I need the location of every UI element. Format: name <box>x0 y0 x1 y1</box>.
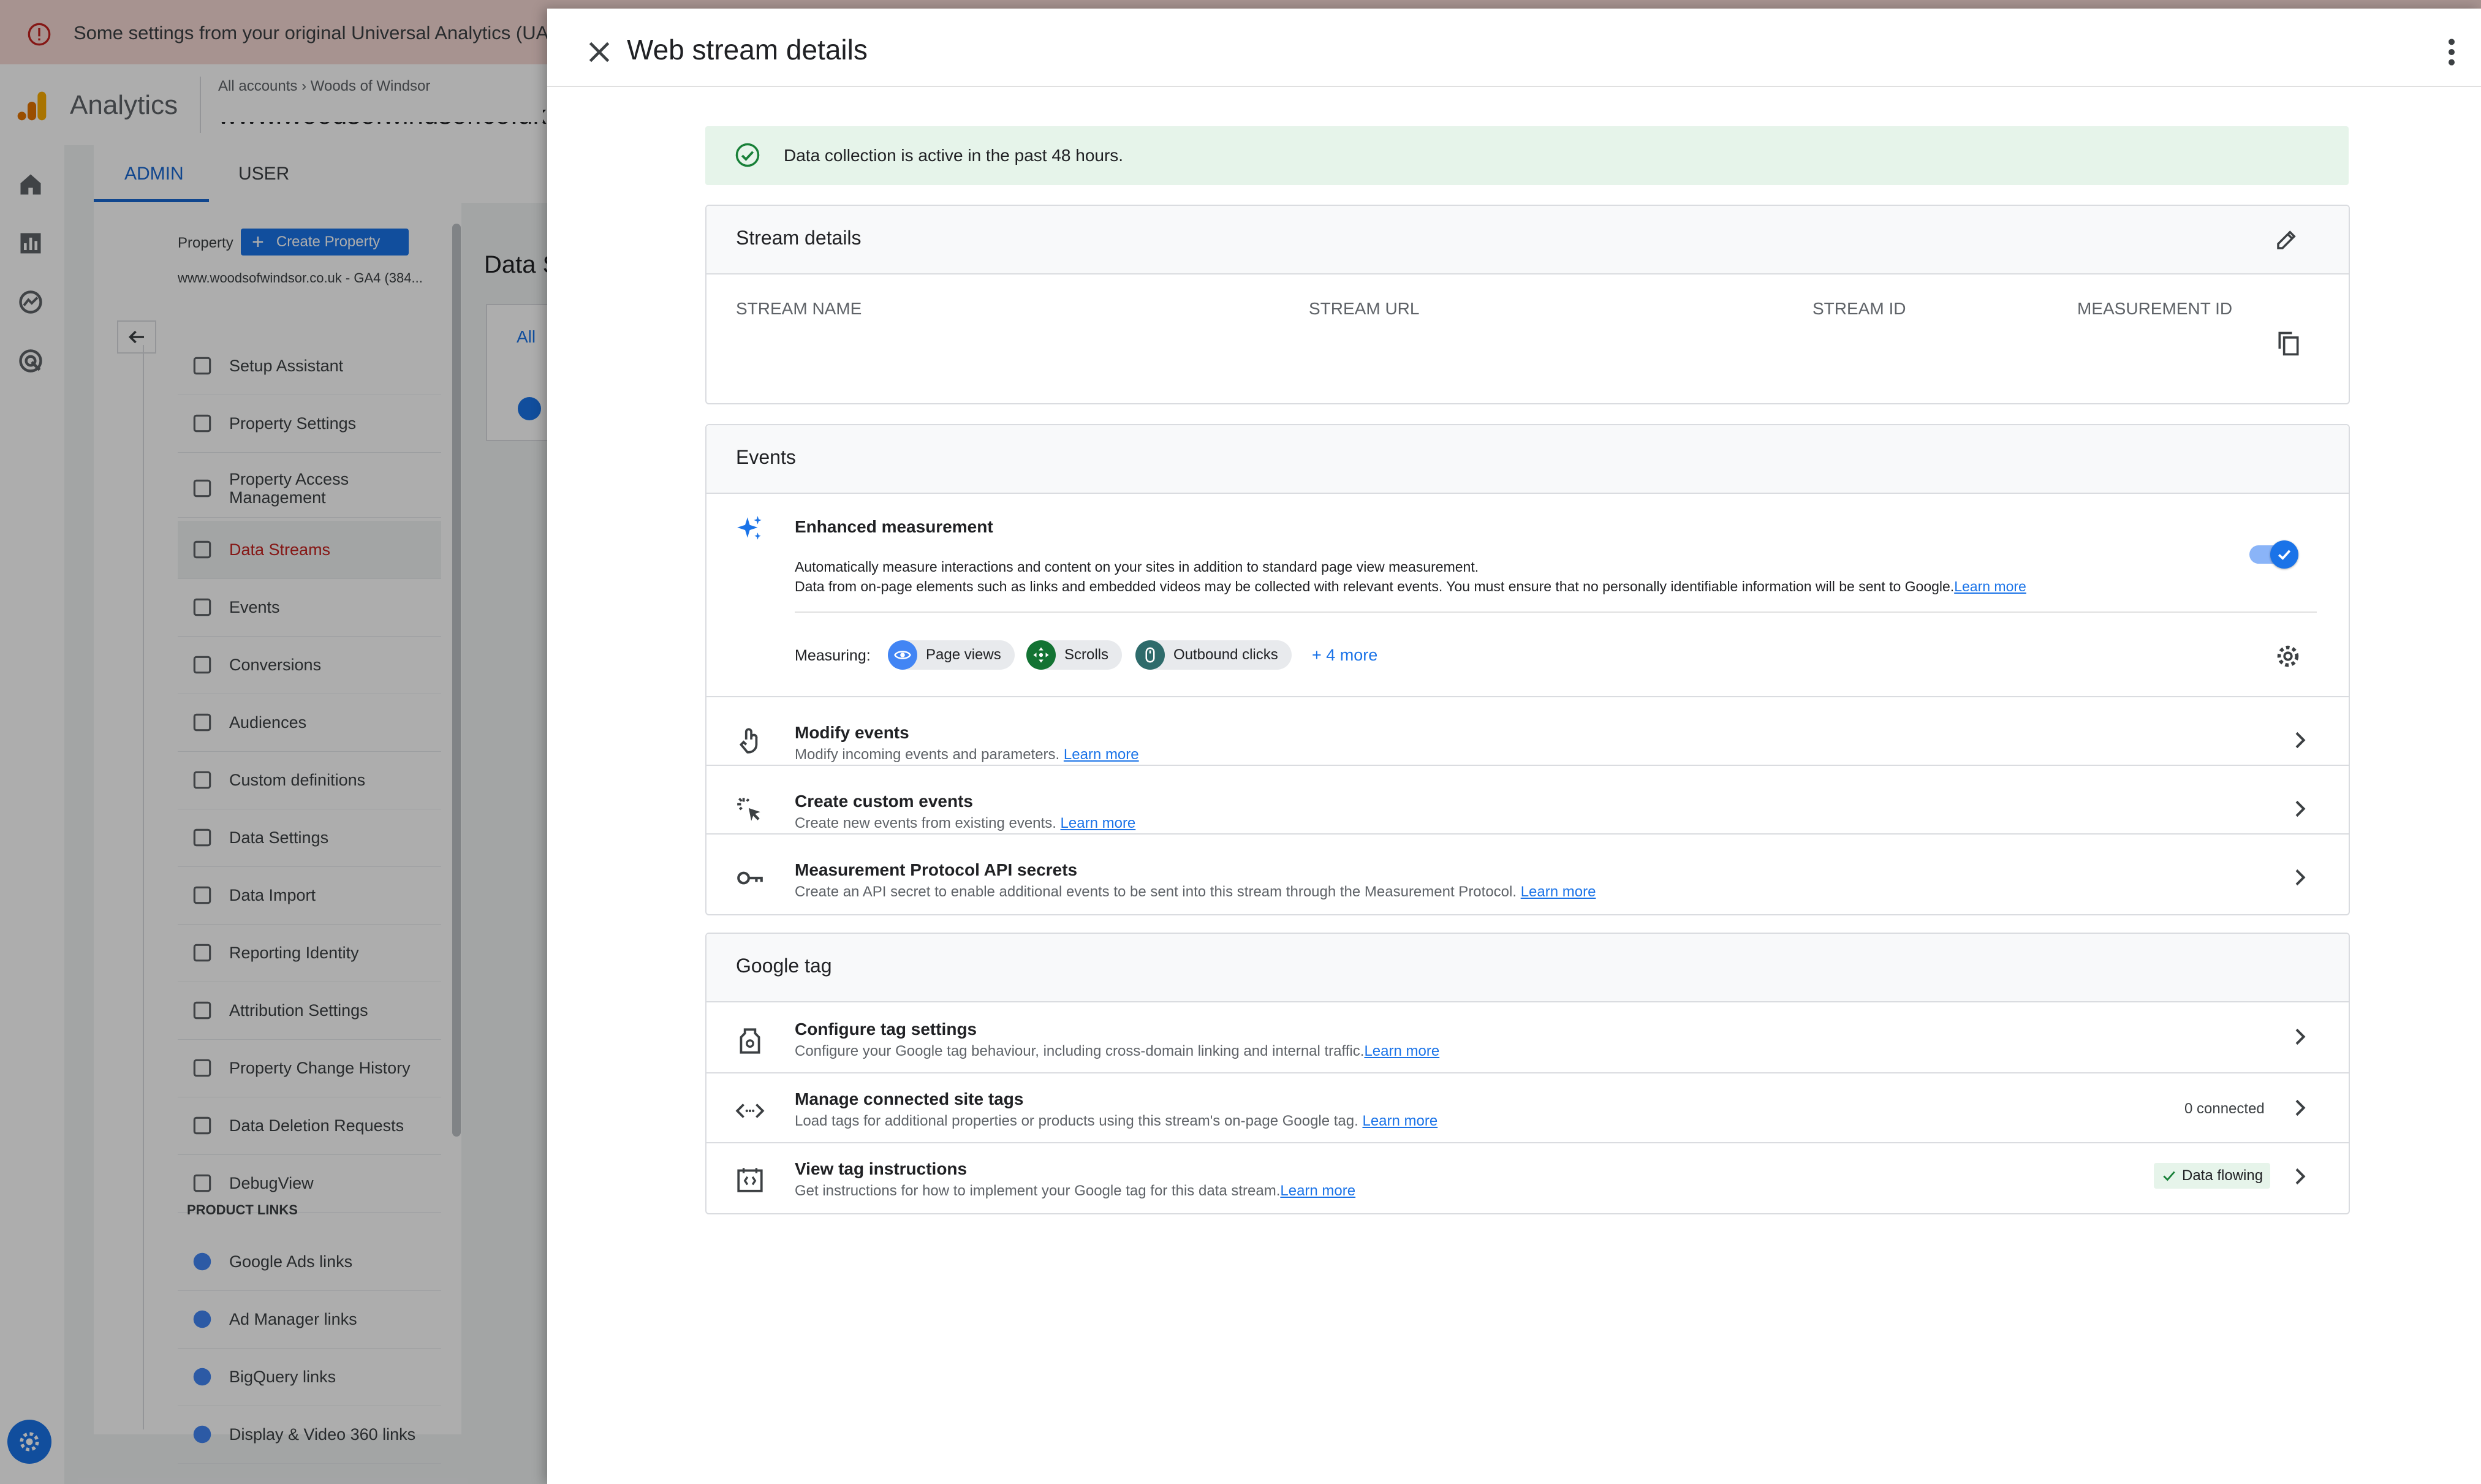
data-flowing-badge: Data flowing <box>2154 1163 2271 1189</box>
column-stream-id: STREAM ID <box>1812 299 1906 318</box>
manage-site-tags-desc: Load tags for additional properties or p… <box>795 1113 1437 1130</box>
tag-divider-2 <box>706 1142 2349 1143</box>
stream-details-card: Stream details STREAM NAME STREAM URL ST… <box>705 205 2350 404</box>
google-tag-header: Google tag <box>706 934 2349 1002</box>
enhanced-desc-2-text: Data from on-page elements such as links… <box>795 578 1955 594</box>
data-flowing-label: Data flowing <box>2182 1167 2263 1184</box>
chip-scrolls: Scrolls <box>1026 640 1123 670</box>
chip-page-views: Page views <box>888 640 1015 670</box>
events-header: Events <box>706 425 2349 494</box>
chip-scrolls-label: Scrolls <box>1064 646 1109 663</box>
check-icon <box>2163 1171 2175 1181</box>
edit-icon[interactable] <box>2274 227 2300 252</box>
drawer-title: Web stream details <box>627 34 868 66</box>
chip-outbound-clicks-label: Outbound clicks <box>1173 646 1278 663</box>
chevron-right-icon[interactable] <box>2287 1024 2312 1049</box>
create-custom-events-learn-more[interactable]: Learn more <box>1061 815 1136 831</box>
mp-api-secrets-desc: Create an API secret to enable additiona… <box>795 884 1596 901</box>
tag-settings-icon <box>740 1028 760 1054</box>
sparkle-icon <box>737 516 762 540</box>
mp-api-secrets-title: Measurement Protocol API secrets <box>795 860 1078 879</box>
column-measurement-id: MEASUREMENT ID <box>2077 299 2233 318</box>
check-icon <box>2278 550 2291 560</box>
configure-tag-learn-more[interactable]: Learn more <box>1364 1043 1439 1059</box>
enhanced-desc-2: Data from on-page elements such as links… <box>795 578 2026 595</box>
chip-page-views-label: Page views <box>926 646 1001 663</box>
tag-instructions-icon <box>737 1168 763 1192</box>
manage-site-tags-title: Manage connected site tags <box>795 1089 1024 1108</box>
configure-tag-desc-text: Configure your Google tag behaviour, inc… <box>795 1043 1365 1059</box>
enhanced-measurement-title: Enhanced measurement <box>795 517 993 536</box>
chevron-right-icon[interactable] <box>2287 797 2312 821</box>
create-custom-events-desc: Create new events from existing events. … <box>795 815 1135 832</box>
google-tag-title: Google tag <box>736 955 832 977</box>
check-circle-icon <box>735 143 760 167</box>
settings-gear-icon[interactable] <box>2274 642 2302 670</box>
eye-icon <box>888 640 917 670</box>
status-message: Data collection is active in the past 48… <box>705 126 2349 185</box>
modify-events-desc-text: Modify incoming events and parameters. <box>795 746 1060 763</box>
manage-site-tags-learn-more[interactable]: Learn more <box>1362 1113 1437 1129</box>
tag-divider-1 <box>706 1072 2349 1073</box>
connected-count-badge: 0 connected <box>2184 1100 2265 1117</box>
stream-details-header: Stream details <box>706 206 2349 274</box>
column-stream-name: STREAM NAME <box>736 299 862 318</box>
view-tag-instructions-title: View tag instructions <box>795 1159 968 1178</box>
chip-outbound-clicks: Outbound clicks <box>1135 640 1292 670</box>
view-tag-instructions-learn-more[interactable]: Learn more <box>1280 1183 1355 1199</box>
chevron-right-icon[interactable] <box>2287 1164 2312 1189</box>
more-vert-icon[interactable] <box>2444 37 2459 67</box>
create-custom-events-desc-text: Create new events from existing events. <box>795 815 1056 831</box>
mp-api-secrets-learn-more[interactable]: Learn more <box>1521 884 1596 900</box>
close-icon[interactable] <box>584 37 615 67</box>
enhanced-measurement-toggle[interactable] <box>2249 540 2298 569</box>
google-tag-card: Google tag Configure tag settings Config… <box>705 933 2350 1214</box>
events-divider-3 <box>706 833 2349 835</box>
more-measurements-link[interactable]: + 4 more <box>1312 646 1377 665</box>
events-divider-1 <box>706 696 2349 697</box>
scroll-icon <box>1026 640 1056 670</box>
configure-tag-desc: Configure your Google tag behaviour, inc… <box>795 1043 1439 1060</box>
cursor-click-icon <box>737 797 760 821</box>
enhanced-divider <box>795 611 2317 613</box>
view-tag-instructions-desc: Get instructions for how to implement yo… <box>795 1183 1355 1200</box>
measuring-label: Measuring: <box>795 647 871 664</box>
column-stream-url: STREAM URL <box>1309 299 1420 318</box>
toggle-knob <box>2270 540 2298 569</box>
status-text: Data collection is active in the past 48… <box>784 146 1124 165</box>
chevron-right-icon[interactable] <box>2287 728 2312 752</box>
modify-events-learn-more[interactable]: Learn more <box>1064 746 1139 763</box>
create-custom-events-title: Create custom events <box>795 792 974 811</box>
events-card: Events Enhanced measurement Automaticall… <box>705 424 2350 915</box>
manage-site-tags-desc-text: Load tags for additional properties or p… <box>795 1113 1358 1129</box>
mouse-icon <box>1135 640 1165 670</box>
chevron-right-icon[interactable] <box>2287 865 2312 890</box>
touch-icon <box>739 728 758 754</box>
enhanced-desc-1: Automatically measure interactions and c… <box>795 559 1479 575</box>
enhanced-learn-more-link[interactable]: Learn more <box>1954 578 2026 594</box>
drawer-header: Web stream details <box>547 9 2481 87</box>
code-icon <box>735 1104 765 1118</box>
events-title: Events <box>736 446 796 468</box>
copy-icon[interactable] <box>2275 328 2302 358</box>
modify-events-desc: Modify incoming events and parameters. L… <box>795 746 1139 763</box>
events-divider-2 <box>706 765 2349 766</box>
chevron-right-icon[interactable] <box>2287 1096 2312 1120</box>
stream-details-title: Stream details <box>736 227 862 249</box>
modify-events-title: Modify events <box>795 723 909 742</box>
view-tag-instructions-desc-text: Get instructions for how to implement yo… <box>795 1183 1281 1199</box>
mp-api-secrets-desc-text: Create an API secret to enable additiona… <box>795 884 1517 900</box>
configure-tag-title: Configure tag settings <box>795 1020 977 1039</box>
key-icon <box>737 871 763 885</box>
